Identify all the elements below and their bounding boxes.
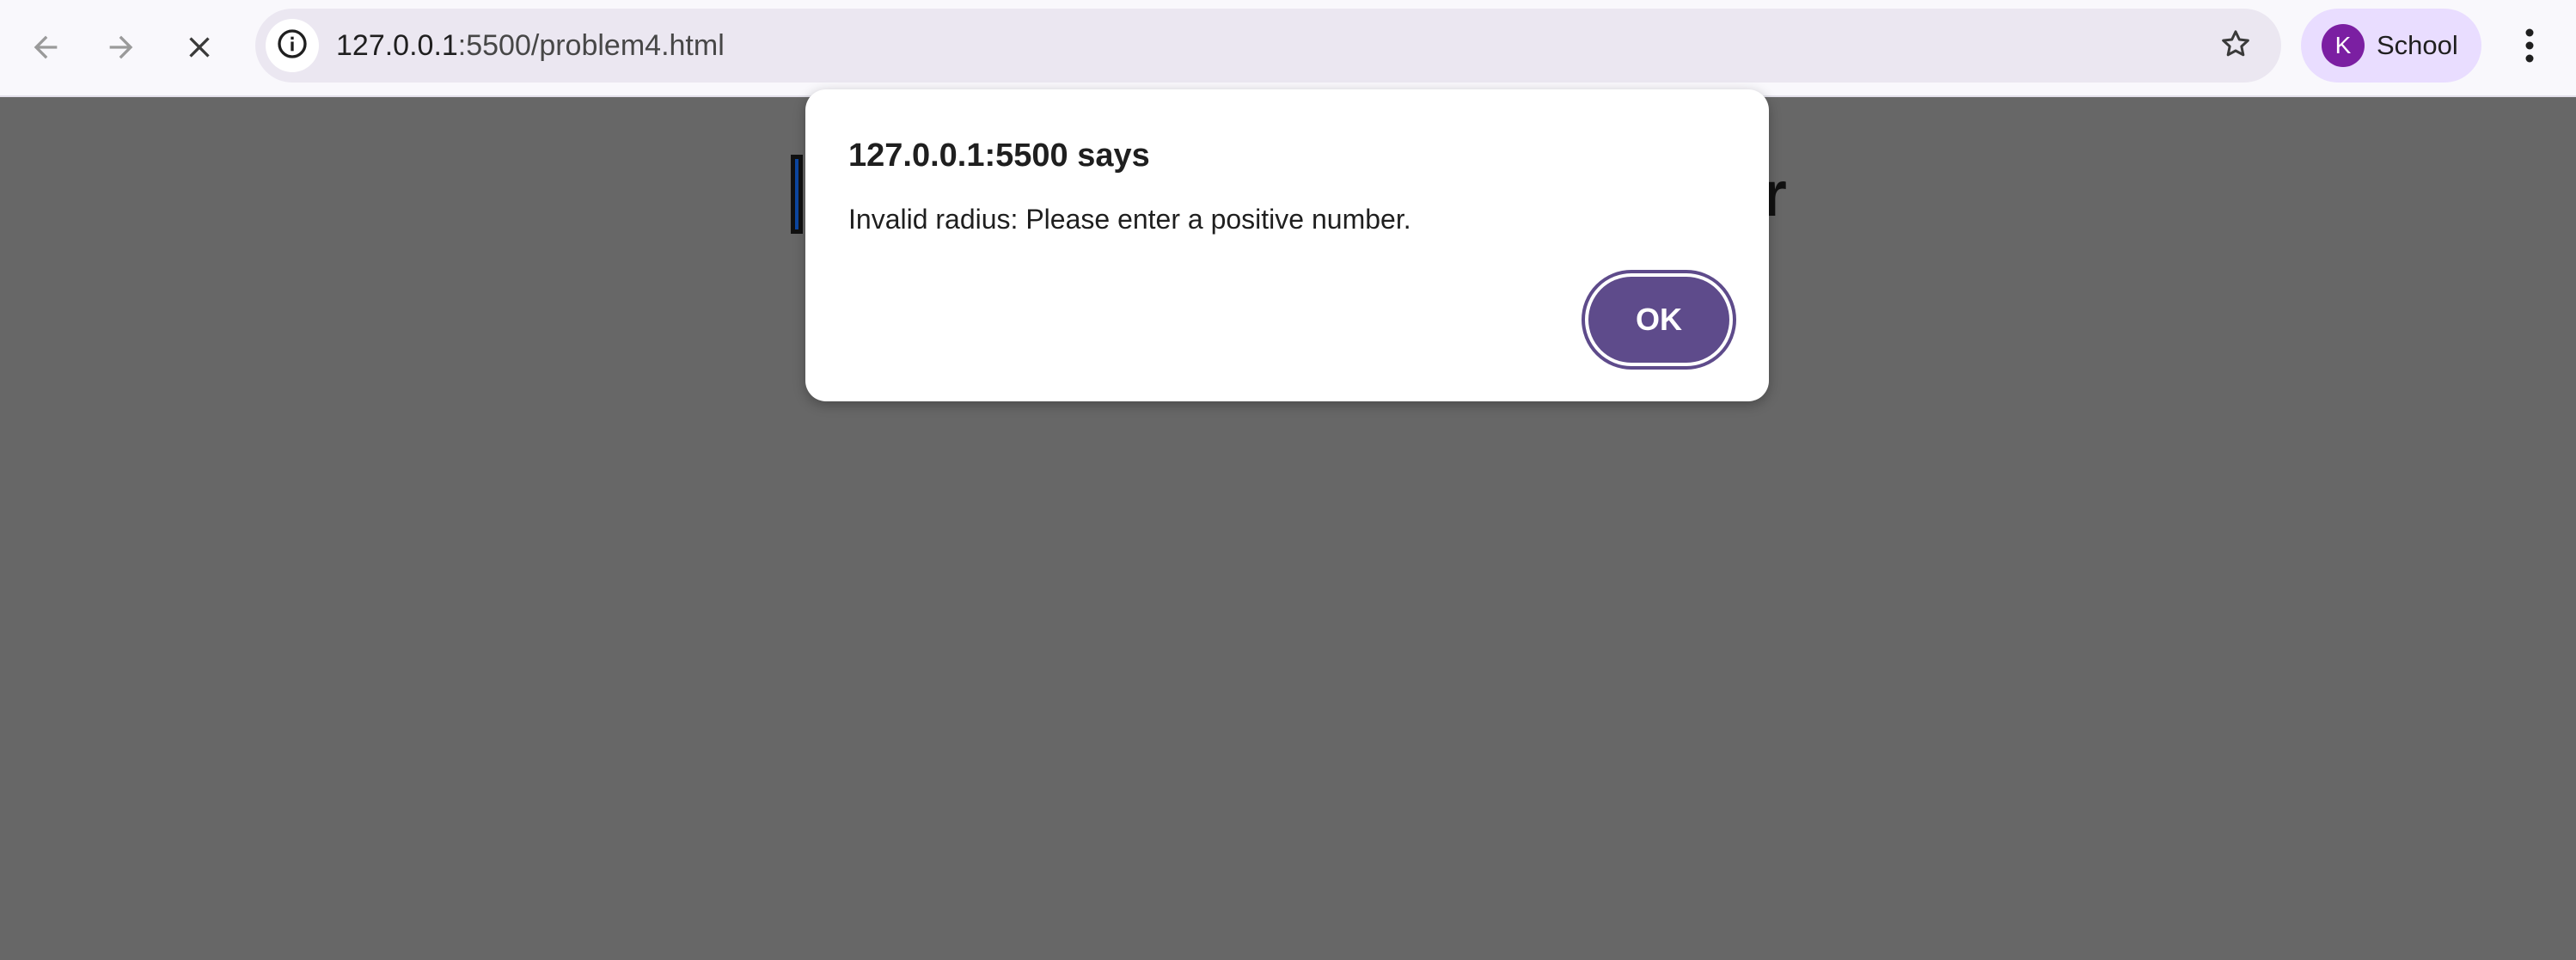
browser-menu-button[interactable] <box>2508 19 2551 76</box>
address-bar[interactable]: 127.0.0.1:5500/problem4.html <box>255 9 2281 83</box>
page-heading-box-fragment <box>791 155 803 234</box>
info-icon <box>275 27 309 65</box>
browser-toolbar: 127.0.0.1:5500/problem4.html K School <box>0 0 2576 97</box>
url-host: 127.0.0.1 <box>336 29 458 62</box>
star-icon <box>2218 27 2253 65</box>
profile-name: School <box>2377 30 2458 60</box>
arrow-right-icon <box>104 30 138 64</box>
close-icon <box>182 30 217 64</box>
arrow-left-icon <box>28 30 63 64</box>
site-info-button[interactable] <box>266 19 319 72</box>
avatar: K <box>2322 24 2365 67</box>
alert-dialog: 127.0.0.1:5500 says Invalid radius: Plea… <box>805 89 1769 401</box>
back-button[interactable] <box>17 19 74 76</box>
bookmark-button[interactable] <box>2209 19 2262 72</box>
forward-button[interactable] <box>93 19 150 76</box>
stop-loading-button[interactable] <box>171 19 228 76</box>
more-vertical-icon <box>2524 27 2536 69</box>
dialog-title: 127.0.0.1:5500 says <box>848 138 1150 174</box>
ok-button[interactable]: OK <box>1588 277 1729 363</box>
url-path: :5500/problem4.html <box>457 29 725 62</box>
dialog-message: Invalid radius: Please enter a positive … <box>848 204 1411 235</box>
url-text[interactable]: 127.0.0.1:5500/problem4.html <box>336 9 725 83</box>
profile-button[interactable]: K School <box>2301 9 2481 83</box>
ok-button-focus-ring: OK <box>1582 270 1736 370</box>
